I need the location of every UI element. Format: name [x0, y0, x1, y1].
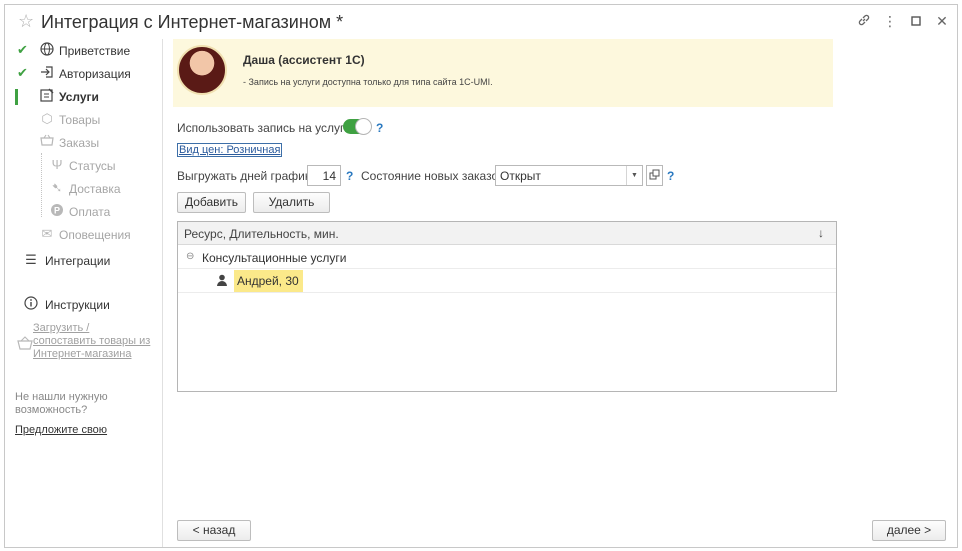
days-input[interactable]: 14 [307, 165, 341, 186]
sidebar-item-label: Доставка [69, 182, 121, 196]
resource-cell: Андрей, 30 [234, 270, 303, 292]
assistant-message: - Запись на услуги доступна только для т… [243, 77, 493, 87]
sidebar-item-label: Оповещения [59, 228, 131, 242]
group-label: Консультационные услуги [202, 251, 347, 265]
use-booking-label: Использовать запись на услуги: [177, 121, 355, 135]
star-icon[interactable]: ☆ [18, 11, 34, 32]
sidebar-item-integrations[interactable]: ☰ Интеграции [5, 251, 163, 271]
back-button[interactable]: < назад [177, 520, 251, 541]
sidebar-item-delivery[interactable]: ➷ Доставка [5, 179, 163, 199]
suggest-link[interactable]: Предложите свою [15, 424, 107, 436]
assistant-panel: Даша (ассистент 1С) - Запись на услуги д… [173, 39, 833, 107]
next-button[interactable]: далее > [872, 520, 946, 541]
days-label: Выгружать дней графика: [177, 169, 321, 183]
toggle-knob [355, 118, 372, 135]
close-icon[interactable]: ✕ [934, 13, 950, 30]
help-icon[interactable]: ? [346, 169, 353, 183]
checkmark-icon: ✔ [17, 65, 28, 80]
title-bar: ☆ Интеграция с Интернет-магазином * ⋮ ✕ [5, 5, 957, 39]
link-icon[interactable] [856, 13, 872, 30]
payment-icon: P [49, 203, 65, 219]
sidebar-item-notifications[interactable]: ✉ Оповещения [5, 225, 163, 245]
load-link-line: Интернет-магазина [33, 348, 132, 360]
sidebar-item-payment[interactable]: P Оплата [5, 202, 163, 222]
services-icon [39, 88, 55, 104]
assistant-name: Даша (ассистент 1С) [243, 53, 365, 67]
sidebar-item-label: Приветствие [59, 44, 131, 58]
envelope-icon: ✉ [41, 226, 53, 241]
active-indicator [15, 89, 18, 105]
sidebar-item-orders[interactable]: Заказы [5, 133, 163, 153]
maximize-icon[interactable] [908, 13, 924, 29]
info-icon [23, 296, 39, 312]
table-row[interactable]: Андрей, 30 [178, 270, 836, 293]
load-link-line: сопоставить товары из [33, 335, 151, 347]
sidebar-item-greeting[interactable]: ✔ Приветствие [5, 41, 163, 61]
wizard-sidebar: ✔ Приветствие ✔ Авторизация Услуги ⬡ Тов… [5, 39, 163, 547]
load-link-line: Загрузить / [33, 322, 90, 334]
menu-icon: ☰ [25, 252, 37, 267]
sidebar-item-statuses[interactable]: Ψ Статусы [5, 156, 163, 176]
collapse-icon[interactable]: ⊖ [186, 251, 194, 262]
help-icon[interactable]: ? [667, 169, 674, 183]
truck-icon: ➷ [51, 180, 63, 195]
price-type-link[interactable]: Вид цен: Розничная [177, 143, 283, 157]
sort-arrow-icon[interactable]: ↓ [818, 226, 824, 240]
box-icon: ⬡ [41, 111, 53, 126]
globe-icon [39, 42, 55, 58]
login-icon [39, 65, 55, 81]
sidebar-item-instructions[interactable]: Инструкции [5, 295, 163, 315]
sidebar-item-authorization[interactable]: ✔ Авторизация [5, 64, 163, 84]
help-icon[interactable]: ? [376, 121, 383, 135]
sidebar-item-label: Заказы [59, 136, 100, 150]
use-booking-toggle[interactable] [343, 118, 372, 135]
not-found-text: Не нашли нужную возможность? [15, 391, 108, 417]
sidebar-item-label: Авторизация [59, 67, 131, 81]
sidebar-item-label: Услуги [59, 90, 99, 104]
load-products-link[interactable]: Загрузить / сопоставить товары из Интерн… [33, 322, 150, 361]
sidebar-item-label: Статусы [69, 159, 116, 173]
checkmark-icon: ✔ [17, 42, 28, 57]
sidebar-item-label: Интеграции [45, 254, 111, 268]
person-icon [216, 274, 228, 289]
sidebar-item-label: Оплата [69, 205, 111, 219]
main-content: Даша (ассистент 1С) - Запись на услуги д… [171, 39, 957, 547]
open-icon[interactable] [646, 165, 663, 186]
status-icon: Ψ [51, 157, 63, 172]
not-found-line: Не нашли нужную [15, 391, 108, 403]
not-found-line: возможность? [15, 404, 88, 416]
add-button[interactable]: Добавить [177, 192, 246, 213]
table-row-group[interactable]: ⊖ Консультационные услуги [178, 246, 836, 269]
column-header-resource[interactable]: Ресурс, Длительность, мин. [184, 227, 339, 241]
more-vertical-icon[interactable]: ⋮ [882, 13, 898, 30]
window-title: Интеграция с Интернет-магазином * [41, 12, 344, 32]
table-header: Ресурс, Длительность, мин. ↓ [178, 222, 836, 245]
order-state-select[interactable]: Открыт ▼ [495, 165, 643, 186]
delete-button[interactable]: Удалить [253, 192, 330, 213]
sidebar-item-label: Товары [59, 113, 101, 127]
avatar [177, 45, 227, 95]
wizard-window: ☆ Интеграция с Интернет-магазином * ⋮ ✕ … [4, 4, 958, 548]
sidebar-item-services[interactable]: Услуги [5, 87, 163, 107]
svg-text:P: P [54, 206, 60, 216]
resources-table[interactable]: Ресурс, Длительность, мин. ↓ ⊖ Консульта… [177, 221, 837, 392]
order-state-value: Открыт [500, 169, 541, 183]
order-state-label: Состояние новых заказов: [361, 169, 508, 183]
sidebar-item-products[interactable]: ⬡ Товары [5, 110, 163, 130]
chevron-down-icon[interactable]: ▼ [626, 166, 642, 185]
cart-icon [39, 134, 55, 150]
sidebar-item-label: Инструкции [45, 298, 110, 312]
